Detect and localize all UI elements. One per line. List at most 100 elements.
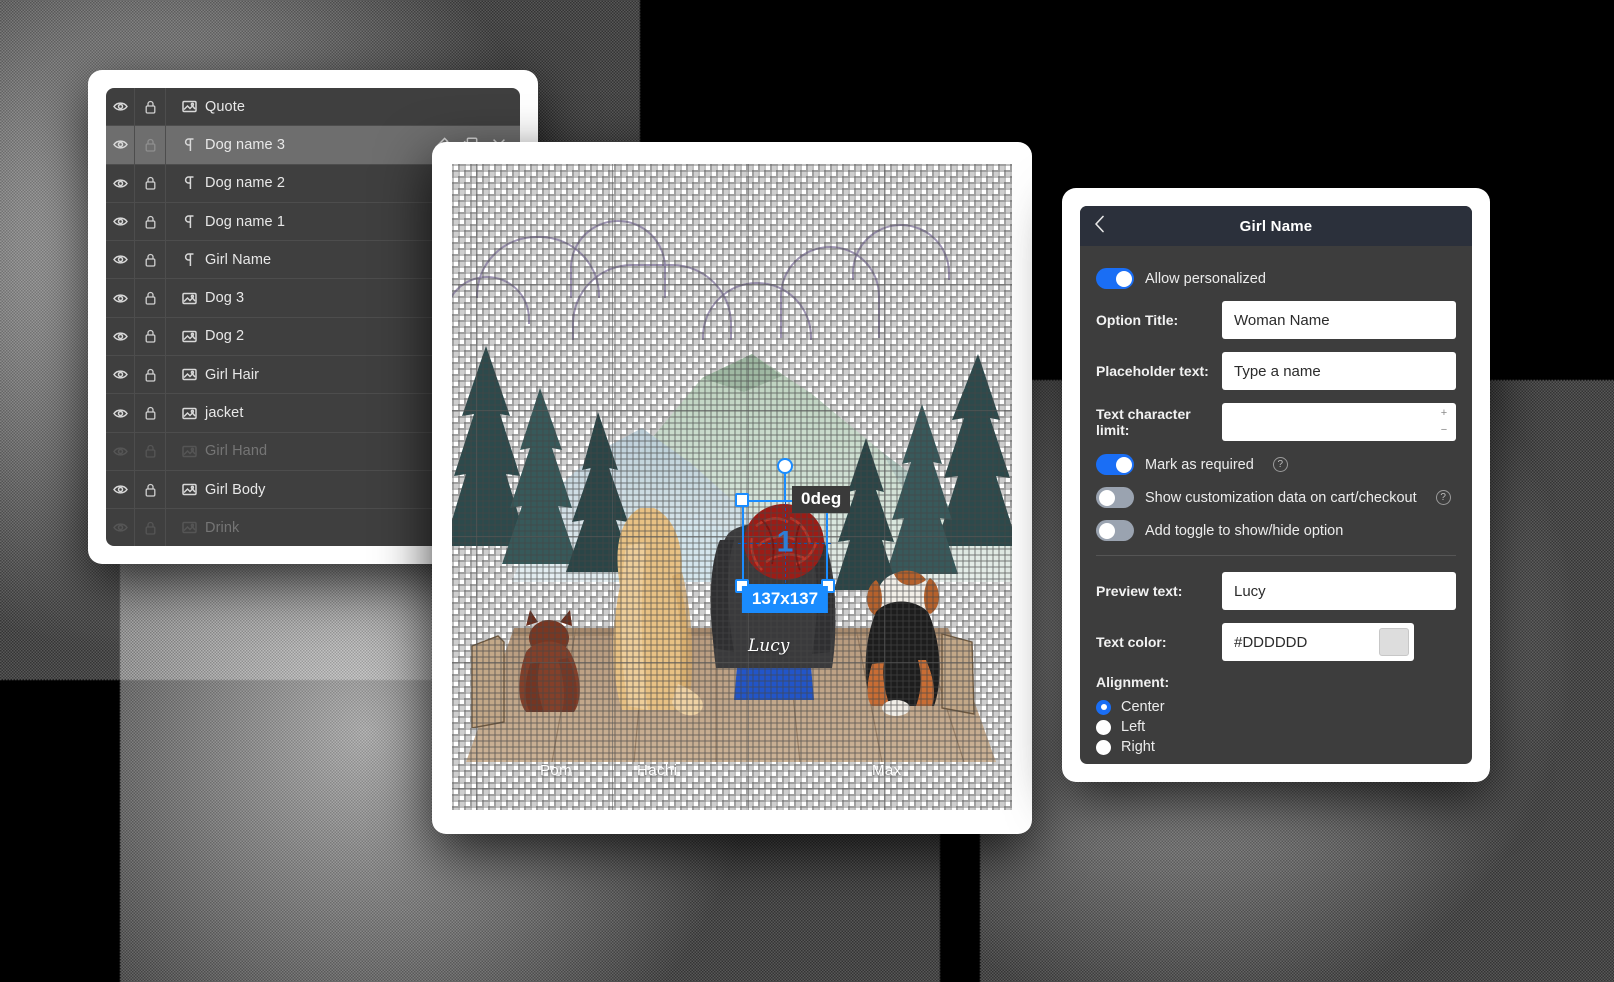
eye-icon[interactable]: [106, 279, 135, 317]
settings-body: Allow personalized Option Title: Placeho…: [1080, 246, 1472, 764]
cloud-7: [852, 224, 950, 280]
lock-icon[interactable]: [135, 202, 166, 241]
design-canvas[interactable]: Lucy Pom Hachi Max 0deg 1 137x137: [452, 164, 1012, 810]
alignment-option-right[interactable]: Right: [1096, 739, 1456, 755]
image-icon: [175, 100, 203, 113]
text-color-label: Text color:: [1096, 634, 1167, 650]
placeholder-text-row: Placeholder text:: [1096, 352, 1456, 390]
allow-personalized-row: Allow personalized: [1096, 268, 1456, 289]
eye-icon[interactable]: [106, 202, 135, 241]
radio-button[interactable]: [1096, 699, 1111, 715]
eye-icon[interactable]: [106, 394, 135, 432]
rotation-handle[interactable]: [777, 458, 793, 474]
deck-name-pom: Pom: [540, 762, 573, 779]
dog-beagle: [865, 570, 940, 716]
option-title-input[interactable]: [1222, 301, 1456, 339]
size-badge: 137x137: [741, 586, 829, 613]
show-cart-data-row: Show customization data on cart/checkout…: [1096, 487, 1456, 508]
lock-icon[interactable]: [135, 509, 166, 546]
quantity-stepper[interactable]: + −: [1436, 406, 1452, 438]
placeholder-text-input[interactable]: [1222, 352, 1456, 390]
layer-name: Quote: [205, 98, 245, 115]
show-cart-data-toggle[interactable]: [1096, 487, 1134, 508]
rotation-stem: [784, 472, 786, 500]
allow-personalized-toggle[interactable]: [1096, 268, 1134, 289]
eye-icon[interactable]: [106, 470, 135, 509]
selection-layer-number: 1: [776, 525, 794, 559]
lock-icon[interactable]: [135, 241, 166, 279]
lock-icon[interactable]: [135, 279, 166, 317]
image-icon: [175, 521, 203, 534]
deck-name-hachi: Hachi: [637, 762, 678, 779]
text-icon: [175, 176, 203, 190]
lock-icon[interactable]: [135, 356, 166, 394]
eye-icon[interactable]: [106, 88, 135, 126]
settings-header: Girl Name: [1080, 206, 1472, 246]
alignment-option-left[interactable]: Left: [1096, 719, 1456, 735]
option-title-row: Option Title:: [1096, 301, 1456, 339]
selection-box[interactable]: 0deg 1 137x137: [735, 458, 851, 613]
add-toggle-row: Add toggle to show/hide option: [1096, 520, 1456, 541]
preview-text-input[interactable]: [1222, 572, 1456, 610]
lock-icon[interactable]: [135, 432, 166, 470]
lock-icon[interactable]: [135, 317, 166, 356]
alignment-option-label: Center: [1121, 699, 1165, 715]
show-cart-data-help-icon[interactable]: ?: [1435, 490, 1451, 505]
lock-icon[interactable]: [135, 394, 166, 432]
lock-icon[interactable]: [135, 126, 166, 164]
lock-icon[interactable]: [135, 88, 166, 126]
preview-text-label: Preview text:: [1096, 583, 1183, 599]
mark-required-help-icon[interactable]: ?: [1272, 457, 1288, 472]
alignment-option-label: Right: [1121, 739, 1155, 755]
eye-icon[interactable]: [106, 241, 135, 279]
text-icon: [175, 253, 203, 267]
eye-icon[interactable]: [106, 317, 135, 356]
char-limit-row: Text character limit: + −: [1096, 403, 1456, 441]
settings-divider: [1096, 555, 1456, 556]
eye-icon[interactable]: [106, 126, 135, 164]
dog-pomeranian: [519, 610, 580, 712]
add-toggle-switch[interactable]: [1096, 520, 1134, 541]
placeholder-text-label: Placeholder text:: [1096, 363, 1209, 379]
screen: Quote Dog name 3 Dog name 2 Dog name 1 Girl …: [0, 0, 1614, 982]
text-color-input-wrap[interactable]: #DDDDDD: [1222, 623, 1414, 661]
eye-icon[interactable]: [106, 509, 135, 546]
text-icon: [175, 138, 203, 152]
radio-button[interactable]: [1096, 719, 1111, 735]
deck-name-max: Max: [872, 762, 902, 779]
show-cart-data-label: Show customization data on cart/checkout: [1145, 489, 1417, 506]
mark-required-toggle[interactable]: [1096, 454, 1134, 475]
option-settings-panel: Girl Name Allow personalized Option Titl…: [1062, 188, 1490, 782]
lock-icon[interactable]: [135, 470, 166, 509]
image-icon: [175, 445, 203, 458]
char-limit-input[interactable]: [1222, 403, 1456, 441]
layer-name: Dog name 3: [205, 136, 285, 153]
eye-icon[interactable]: [106, 164, 135, 202]
mark-required-row: Mark as required ?: [1096, 454, 1456, 475]
jacket-name-text: Lucy: [748, 636, 790, 656]
text-color-value: #DDDDDD: [1234, 633, 1308, 651]
alignment-option-label: Left: [1121, 719, 1146, 735]
color-swatch[interactable]: [1379, 628, 1409, 656]
add-toggle-label: Add toggle to show/hide option: [1145, 522, 1344, 539]
chevron-left-icon[interactable]: [1094, 215, 1105, 237]
text-color-row: Text color: #DDDDDD: [1096, 623, 1456, 661]
layer-row[interactable]: Quote: [106, 88, 520, 127]
radio-button[interactable]: [1096, 739, 1111, 755]
char-limit-label: Text character limit:: [1096, 406, 1191, 438]
lock-icon[interactable]: [135, 164, 166, 202]
stepper-increment[interactable]: +: [1441, 408, 1447, 419]
eye-icon[interactable]: [106, 356, 135, 394]
resize-handle-top-left[interactable]: [735, 493, 749, 507]
eye-icon[interactable]: [106, 432, 135, 470]
alignment-option-center[interactable]: Center: [1096, 699, 1456, 715]
dog-golden-retriever: [613, 508, 703, 716]
option-title-label: Option Title:: [1096, 312, 1179, 328]
image-icon: [175, 292, 203, 305]
canvas-panel: Lucy Pom Hachi Max 0deg 1 137x137: [432, 142, 1032, 834]
stepper-decrement[interactable]: −: [1441, 425, 1447, 436]
settings-inner: Girl Name Allow personalized Option Titl…: [1080, 206, 1472, 764]
page-title: Girl Name: [1239, 217, 1313, 235]
char-limit-stepper-wrap: + −: [1222, 403, 1456, 441]
image-icon: [175, 330, 203, 343]
